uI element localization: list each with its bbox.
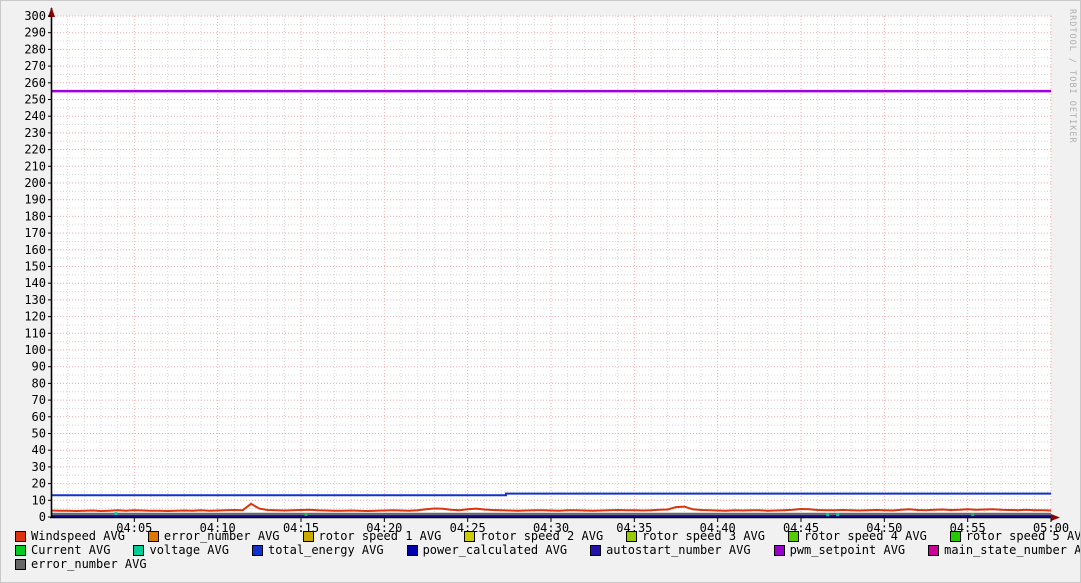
- legend-item-current-avg: Current AVG: [15, 543, 110, 557]
- svg-text:270: 270: [24, 59, 46, 73]
- x-axis-arrow-icon: [1051, 514, 1060, 521]
- legend-swatch-icon: [773, 544, 785, 556]
- legend-item-rotor-speed-2-avg: rotor speed 2 AVG: [464, 529, 603, 543]
- chart-canvas: 0 10 20 30 40 50 60 70 80 90 100 110 120 130 140 150 160…: [24, 7, 1069, 535]
- svg-text:110: 110: [24, 326, 46, 340]
- svg-text:10: 10: [32, 493, 46, 507]
- legend-swatch-icon: [133, 544, 145, 556]
- legend-row: Windspeed AVG error_number AVG rotor speed…: [15, 529, 1081, 543]
- legend-label: error_number AVG: [163, 529, 280, 543]
- legend-item-voltage-avg: voltage AVG: [133, 543, 229, 557]
- legend-item-windspeed-avg: Windspeed AVG: [15, 529, 125, 543]
- legend-label: total_energy AVG: [267, 543, 384, 557]
- svg-text:210: 210: [24, 159, 46, 173]
- legend-item-autostart_number-avg: autostart_number AVG: [590, 543, 751, 557]
- svg-text:40: 40: [32, 443, 46, 457]
- legend: Windspeed AVG error_number AVG rotor speed…: [15, 529, 1081, 571]
- svg-text:140: 140: [24, 276, 46, 290]
- legend-swatch-icon: [251, 544, 263, 556]
- legend-swatch-icon: [15, 530, 26, 542]
- legend-swatch-icon: [302, 530, 314, 542]
- svg-text:160: 160: [24, 243, 46, 257]
- legend-swatch-icon: [15, 558, 26, 570]
- legend-swatch-icon: [406, 544, 418, 556]
- svg-text:170: 170: [24, 226, 46, 240]
- legend-label: pwm_setpoint AVG: [789, 543, 906, 557]
- legend-item-pwm_setpoint-avg: pwm_setpoint AVG: [773, 543, 906, 557]
- legend-label: rotor speed 4 AVG: [804, 529, 927, 543]
- watermark: RRDTOOL / TOBI OETIKER: [1067, 9, 1077, 144]
- legend-label: Windspeed AVG: [31, 529, 125, 543]
- legend-item-rotor-speed-5-avg: rotor speed 5 AVG: [949, 529, 1081, 543]
- svg-text:20: 20: [32, 477, 46, 491]
- legend-label: rotor speed 3 AVG: [642, 529, 765, 543]
- svg-text:250: 250: [24, 93, 46, 107]
- legend-label: error_number AVG: [31, 557, 147, 571]
- legend-row: Current AVG voltage AVG total_energy AVG po…: [15, 543, 1081, 557]
- svg-text:90: 90: [32, 360, 46, 374]
- legend-item-rotor-speed-3-avg: rotor speed 3 AVG: [626, 529, 765, 543]
- svg-text:260: 260: [24, 76, 46, 90]
- svg-text:240: 240: [24, 109, 46, 123]
- legend-item-rotor-speed-1-avg: rotor speed 1 AVG: [302, 529, 442, 543]
- legend-swatch-icon: [626, 530, 638, 542]
- legend-label: rotor speed 2 AVG: [480, 529, 604, 543]
- legend-item-error_number-avg: error_number AVG: [15, 557, 147, 571]
- legend-label: power_calculated AVG: [422, 543, 568, 557]
- svg-text:0: 0: [39, 510, 46, 524]
- y-tick-labels: 0 10 20 30 40 50 60 70 80 90 100 110 120 130 140 150 160…: [24, 9, 46, 524]
- legend-swatch-icon: [15, 544, 26, 556]
- svg-text:60: 60: [32, 410, 46, 424]
- legend-swatch-icon: [788, 530, 799, 542]
- svg-text:50: 50: [32, 427, 46, 441]
- legend-swatch-icon: [949, 530, 961, 542]
- svg-text:130: 130: [24, 293, 46, 307]
- legend-swatch-icon: [928, 544, 940, 556]
- svg-text:30: 30: [32, 460, 46, 474]
- svg-text:230: 230: [24, 126, 46, 140]
- legend-swatch-icon: [590, 544, 602, 556]
- rrdtool-graph: 0 10 20 30 40 50 60 70 80 90 100 110 120 130 140 150 160…: [0, 0, 1081, 583]
- legend-label: main_state_number AVG: [944, 543, 1081, 557]
- legend-label: autostart_number AVG: [606, 543, 751, 557]
- svg-text:220: 220: [24, 143, 46, 157]
- legend-label: voltage AVG: [149, 543, 229, 557]
- svg-text:300: 300: [24, 9, 46, 23]
- legend-label: rotor speed 5 AVG: [965, 529, 1081, 543]
- legend-item-main_state_number-avg: main_state_number AVG: [928, 543, 1081, 557]
- legend-item-total_energy-avg: total_energy AVG: [251, 543, 384, 557]
- svg-text:180: 180: [24, 209, 46, 223]
- svg-text:80: 80: [32, 376, 46, 390]
- legend-swatch-icon: [464, 530, 476, 542]
- svg-text:290: 290: [24, 26, 46, 40]
- svg-text:150: 150: [24, 260, 46, 274]
- svg-text:70: 70: [32, 393, 46, 407]
- legend-item-power_calculated-avg: power_calculated AVG: [406, 543, 568, 557]
- legend-item-error_number-avg: error_number AVG: [147, 529, 280, 543]
- svg-text:280: 280: [24, 42, 46, 56]
- legend-label: Current AVG: [31, 543, 111, 557]
- legend-label: rotor speed 1 AVG: [318, 529, 442, 543]
- legend-swatch-icon: [147, 530, 159, 542]
- svg-text:100: 100: [24, 343, 46, 357]
- legend-item-rotor-speed-4-avg: rotor speed 4 AVG: [788, 529, 927, 543]
- svg-text:120: 120: [24, 310, 46, 324]
- svg-text:190: 190: [24, 193, 46, 207]
- legend-row: error_number AVG: [15, 557, 1080, 571]
- svg-text:200: 200: [24, 176, 46, 190]
